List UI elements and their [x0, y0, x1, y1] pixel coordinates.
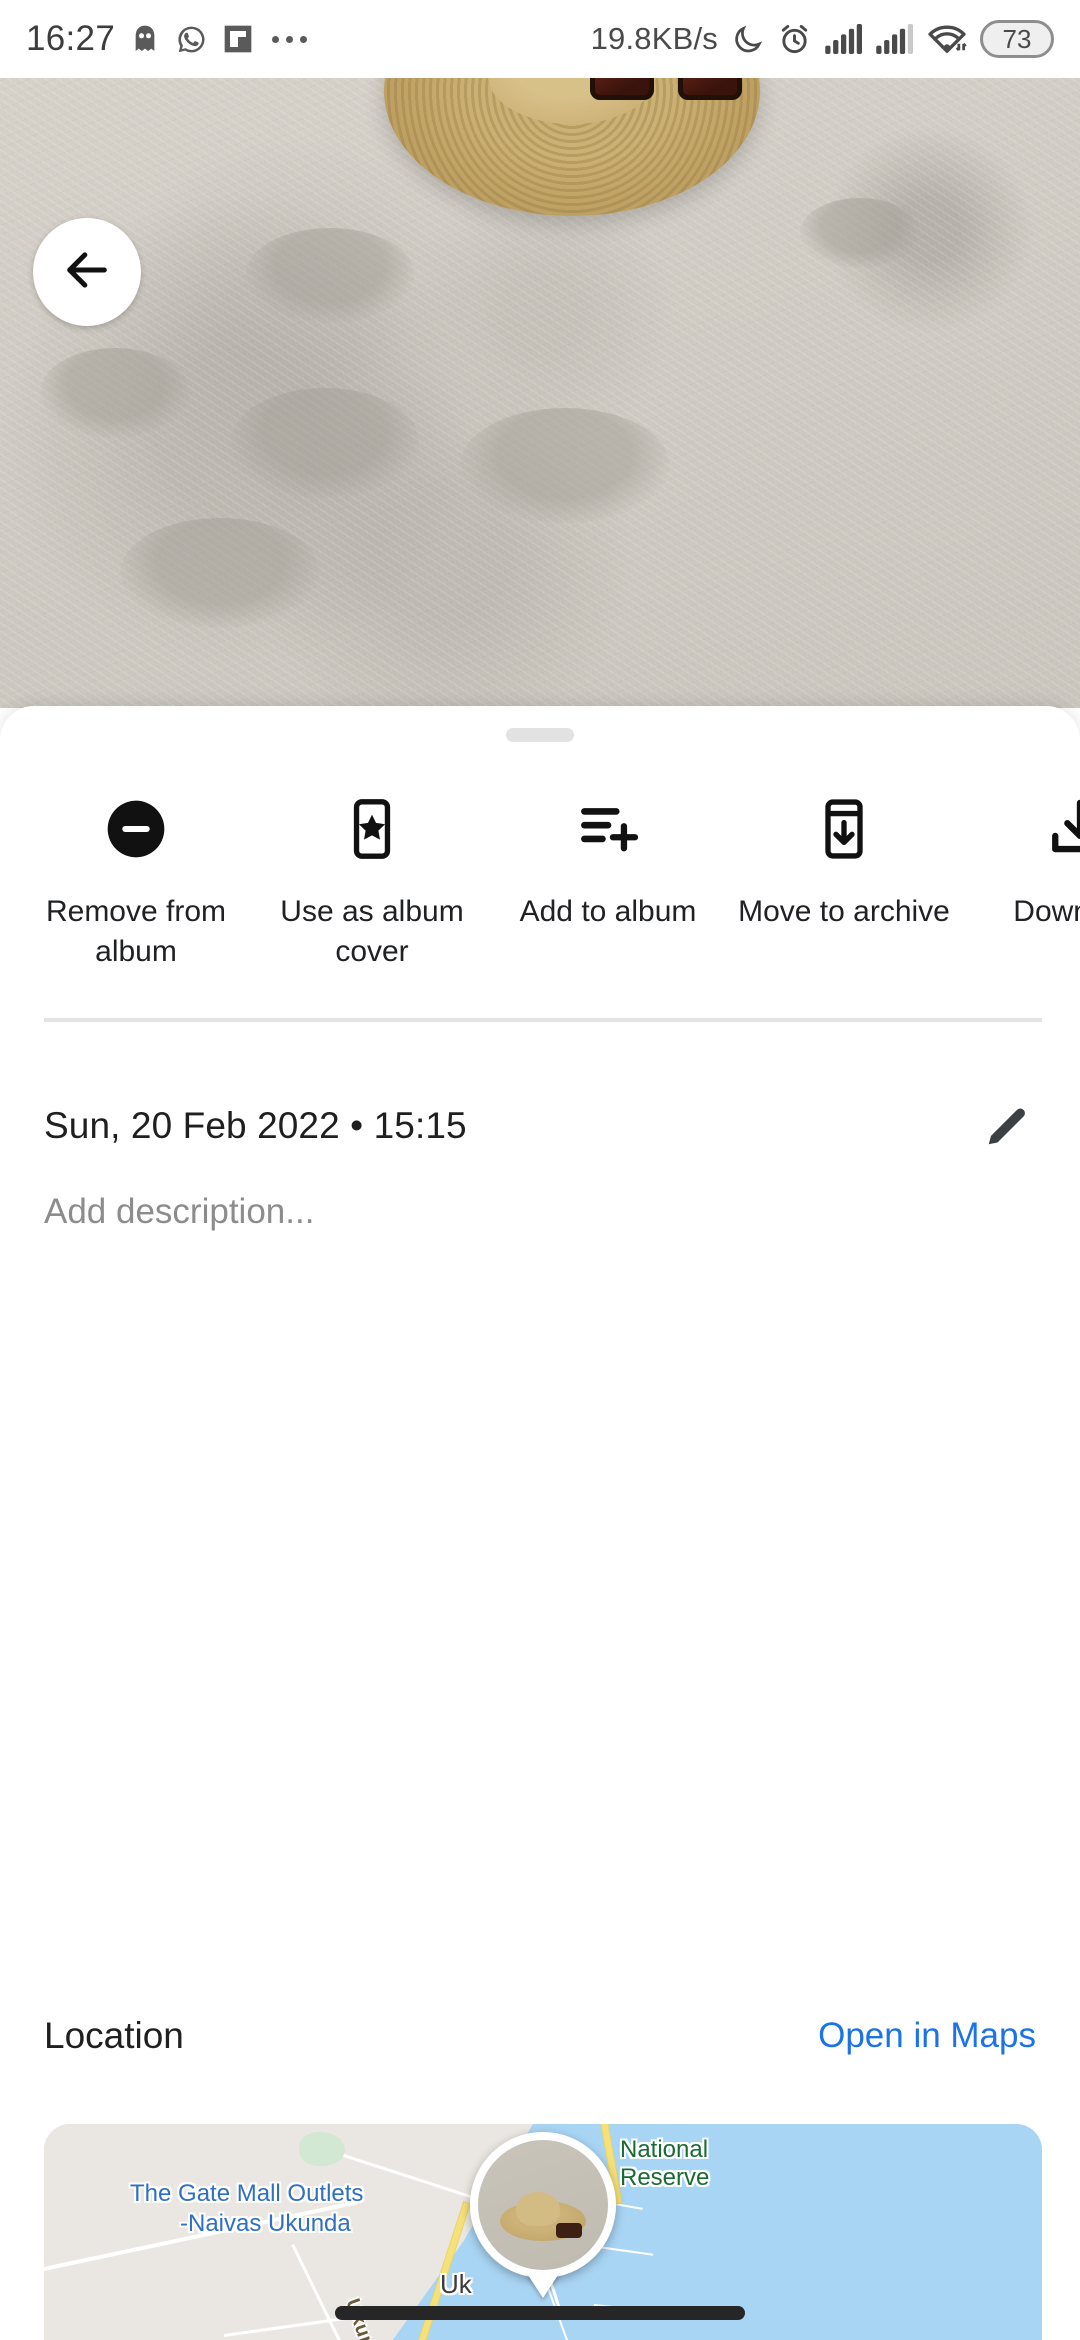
section-divider	[44, 1018, 1042, 1022]
footprint-mark	[120, 518, 320, 628]
details-bottom-sheet: Remove from album Use as album cover Add…	[0, 706, 1080, 2340]
archive-icon	[812, 792, 876, 866]
sunglasses	[590, 78, 742, 104]
system-navigation-bar[interactable]	[335, 2306, 745, 2320]
map-label: Reserve	[620, 2164, 710, 2191]
footprint-mark	[460, 408, 670, 523]
action-label: Remove from album	[45, 895, 227, 968]
flipboard-icon	[222, 23, 254, 55]
location-title: Location	[44, 2015, 184, 2056]
action-label: Move to archive	[738, 895, 950, 928]
whatsapp-icon	[175, 23, 208, 56]
signal-bars-icon	[825, 24, 863, 54]
action-row: Remove from album Use as album cover Add…	[0, 770, 1080, 1010]
marker-hat-crown	[515, 2191, 560, 2226]
battery-level-label: 73	[1002, 23, 1032, 54]
action-label: Add to album	[519, 895, 697, 928]
overflow-dots-icon	[272, 35, 308, 43]
marker-sunglasses	[556, 2223, 582, 2239]
sheet-drag-handle[interactable]	[506, 728, 574, 742]
battery-icon: 73	[980, 20, 1054, 58]
action-add-to-album[interactable]: Add to album	[490, 770, 726, 1010]
photo-details-screen: 16:27 19.8KB/s 73 Remove from album Use …	[0, 0, 1080, 2340]
location-header: Location Open in Maps	[0, 1996, 1080, 2076]
action-use-as-album-cover[interactable]: Use as album cover	[254, 770, 490, 1010]
status-bar-clock: 16:27	[26, 19, 116, 58]
network-speed-label: 19.8KB/s	[590, 21, 718, 56]
photo-location-marker	[470, 2132, 616, 2278]
download-icon	[1047, 792, 1080, 866]
map-label: The Gate Mall Outlets	[130, 2180, 364, 2207]
marker-pointer	[526, 2272, 560, 2298]
back-arrow-icon	[61, 244, 113, 301]
action-label: Download	[1013, 895, 1080, 928]
back-button[interactable]	[33, 218, 141, 326]
footprint-mark	[230, 388, 420, 498]
status-bar-left: 16:27	[26, 19, 308, 59]
signal-bars-2-icon	[876, 24, 914, 54]
remove-circle-icon	[103, 792, 169, 866]
action-label: Use as album cover	[280, 895, 464, 968]
action-download[interactable]: Download	[962, 770, 1080, 1010]
map-label: Uk	[440, 2269, 472, 2299]
action-move-to-archive[interactable]: Move to archive	[726, 770, 962, 1010]
edit-date-pencil-icon[interactable]	[982, 1097, 1036, 1156]
photo-preview[interactable]	[0, 78, 1080, 708]
ghost-icon	[129, 23, 161, 55]
photo-date-label: Sun, 20 Feb 2022 • 15:15	[44, 1105, 467, 1146]
map-label: National	[620, 2136, 709, 2163]
do-not-disturb-icon	[731, 23, 764, 56]
date-row: Sun, 20 Feb 2022 • 15:15	[0, 1076, 1080, 1176]
album-cover-star-icon	[340, 792, 404, 866]
alarm-icon	[777, 22, 812, 57]
open-in-maps-link[interactable]: Open in Maps	[818, 2016, 1036, 2056]
footprint-mark	[800, 198, 920, 268]
action-remove-from-album[interactable]: Remove from album	[18, 770, 254, 1010]
status-bar-right: 19.8KB/s 73	[591, 20, 1054, 58]
add-to-album-icon	[575, 792, 641, 866]
wifi-icon	[927, 23, 967, 55]
footprint-mark	[40, 348, 190, 438]
status-bar: 16:27 19.8KB/s 73	[0, 0, 1080, 78]
map-label: -Naivas Ukunda	[180, 2210, 351, 2237]
footprint-mark	[245, 228, 415, 323]
add-description-field[interactable]: Add description...	[44, 1192, 314, 1232]
